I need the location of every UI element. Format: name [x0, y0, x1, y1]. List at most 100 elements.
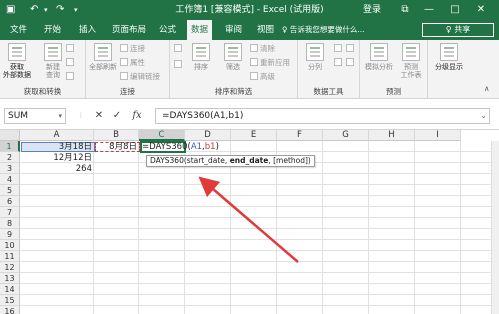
sort-label: 排序 [194, 63, 208, 71]
insert-function-icon[interactable]: fx [130, 108, 144, 124]
edit-links-button[interactable]: 编辑链接 [120, 72, 160, 82]
formula-input[interactable]: =DAYS360(A1,b1) ⌄ [155, 108, 490, 124]
clear-button[interactable]: 清除 [250, 44, 275, 54]
new-query-icon [44, 43, 62, 61]
login-link[interactable]: 登录 [363, 3, 381, 17]
group-label-data-tools: 数据工具 [313, 87, 344, 96]
data-tool-icon-4[interactable] [346, 58, 356, 68]
query-small-icon-2[interactable] [66, 58, 76, 68]
name-box-dropdown-icon[interactable]: ▾ [58, 109, 62, 123]
reapply-button[interactable]: 重新应用 [250, 58, 290, 68]
text-to-columns-icon [306, 43, 324, 61]
sort-button[interactable]: 排序 [186, 43, 216, 71]
external-data-icon [8, 43, 26, 61]
formula-bar-grip-icon[interactable]: ⋮ [74, 108, 88, 124]
ribbon: 获取 外部数据 新建 查询 获取和转换 全部刷新 连接 属性 编辑链接 连接 排… [0, 40, 499, 99]
group-label-connections: 连接 [120, 87, 135, 96]
forecast-sheet-label: 预测 工作表 [400, 63, 422, 79]
outline-icon [440, 43, 458, 61]
refresh-icon [94, 43, 112, 61]
refresh-all-label: 全部刷新 [89, 63, 117, 71]
advanced-label: 高级 [260, 72, 275, 81]
name-box[interactable]: SUM ▾ [4, 108, 66, 124]
data-tool-icon-1[interactable] [334, 44, 344, 54]
clear-label: 清除 [260, 44, 275, 53]
formula-text: =DAYS360(A1,b1) [162, 111, 244, 121]
reapply-label: 重新应用 [260, 58, 290, 67]
properties-label: 属性 [130, 58, 145, 67]
sort-za-button[interactable] [174, 60, 184, 70]
sort-az-button[interactable] [174, 44, 184, 54]
tell-me-box[interactable]: ♀ 告诉我您想要做什么... [282, 24, 365, 36]
name-box-value: SUM [8, 111, 29, 121]
what-if-label: 模拟分析 [365, 63, 393, 71]
title-bar: ▣ ↶ ▾ ↷ ▾ 工作簿1 [兼容模式] - Excel (试用版) 登录 ⧉… [0, 0, 499, 20]
share-button[interactable]: ♀ 共享 [422, 23, 494, 37]
enter-icon[interactable]: ✓ [110, 108, 124, 124]
group-label-get-transform: 获取和转换 [23, 87, 62, 96]
group-get-transform: 获取 外部数据 新建 查询 获取和转换 [0, 40, 86, 99]
tab-data[interactable]: 数据 [187, 20, 213, 40]
new-query-button[interactable]: 新建 查询 [38, 43, 68, 79]
tab-review[interactable]: 审阅 [221, 20, 246, 40]
edit-links-label: 编辑链接 [130, 72, 160, 81]
group-outline: 分级显示 [428, 40, 468, 99]
get-external-label: 获取 外部数据 [3, 63, 31, 79]
connections-icon [120, 44, 128, 52]
text-to-columns-label: 分列 [308, 63, 322, 71]
filter-icon [224, 43, 242, 61]
data-tool-icon-2[interactable] [334, 58, 344, 68]
group-label-forecast: 预测 [386, 87, 401, 96]
ribbon-display-options-icon[interactable]: ⧉ [396, 2, 414, 18]
ribbon-tab-row: 文件 开始 插入 页面布局 公式 数据 审阅 视图 ♀ 告诉我您想要做什么...… [0, 20, 499, 40]
group-data-tools: 分列 数据工具 [298, 40, 360, 99]
properties-button[interactable]: 属性 [120, 58, 145, 68]
tab-view[interactable]: 视图 [253, 20, 278, 40]
vertical-scrollbar[interactable] [491, 141, 499, 314]
forecast-sheet-icon [402, 43, 420, 61]
data-tool-icon-3[interactable] [346, 44, 356, 54]
sort-icon [192, 43, 210, 61]
group-label-sort-filter: 排序和筛选 [214, 87, 253, 96]
collapse-ribbon-icon[interactable]: ∧ [484, 84, 490, 94]
close-icon[interactable]: ✕ [472, 2, 490, 18]
group-forecast: 模拟分析 预测 工作表 预测 [360, 40, 428, 99]
tab-insert[interactable]: 插入 [75, 20, 100, 40]
forecast-sheet-button[interactable]: 预测 工作表 [396, 43, 426, 79]
filter-button[interactable]: 筛选 [218, 43, 248, 71]
new-query-label: 新建 查询 [46, 63, 60, 79]
tab-formulas[interactable]: 公式 [155, 20, 180, 40]
tab-page-layout[interactable]: 页面布局 [108, 20, 150, 40]
annotation-arrow [198, 176, 299, 263]
sort-az-icon [174, 44, 182, 52]
worksheet-grid[interactable]: ABCDEFGHI 1 2 3 4 5 6 7 8 9 10 11 12 13 14 15 16 3月18日 … [0, 130, 499, 314]
outline-button[interactable]: 分级显示 [432, 43, 466, 71]
cancel-icon[interactable]: ✕ [92, 108, 106, 124]
expand-formula-bar-icon[interactable]: ⌄ [480, 109, 487, 123]
advanced-icon [250, 72, 258, 80]
refresh-all-button[interactable]: 全部刷新 [88, 43, 118, 71]
filter-label: 筛选 [226, 63, 240, 71]
properties-icon [120, 58, 128, 66]
what-if-icon [370, 43, 388, 61]
outline-label: 分级显示 [435, 63, 463, 71]
group-sort-filter: 排序 筛选 清除 重新应用 高级 排序和筛选 [170, 40, 298, 99]
get-external-data-button[interactable]: 获取 外部数据 [2, 43, 32, 79]
tab-file[interactable]: 文件 [6, 20, 31, 40]
reapply-icon [250, 58, 258, 66]
clear-icon [250, 44, 258, 52]
minimize-icon[interactable]: — [420, 2, 438, 18]
what-if-button[interactable]: 模拟分析 [362, 43, 396, 71]
query-small-icon-3[interactable] [66, 72, 76, 82]
maximize-icon[interactable]: □ [446, 2, 464, 18]
sort-za-icon [174, 60, 182, 68]
edit-links-icon [120, 72, 128, 80]
formula-bar: SUM ▾ ⋮ ✕ ✓ fx =DAYS360(A1,b1) ⌄ [0, 99, 499, 130]
connections-label: 连接 [130, 44, 145, 53]
group-connections: 全部刷新 连接 属性 编辑链接 连接 [86, 40, 170, 99]
query-small-icon-1[interactable] [66, 44, 76, 54]
advanced-button[interactable]: 高级 [250, 72, 275, 82]
tab-home[interactable]: 开始 [40, 20, 65, 40]
text-to-columns-button[interactable]: 分列 [300, 43, 330, 71]
connections-button[interactable]: 连接 [120, 44, 145, 54]
